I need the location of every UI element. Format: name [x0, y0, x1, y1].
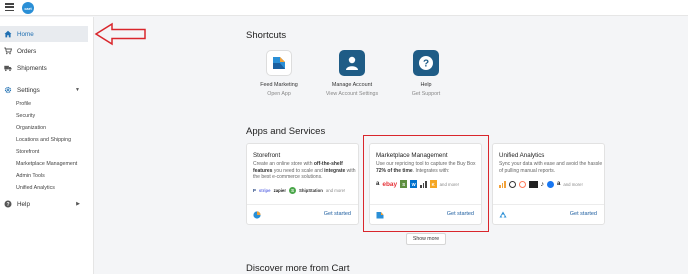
card-title: Unified Analytics: [499, 152, 545, 159]
paypal-logo: P: [253, 187, 256, 193]
card-title: Storefront: [253, 152, 281, 159]
analytics-app-icon: [499, 211, 507, 218]
shipstation-logo: ShipStation: [299, 187, 323, 193]
sidebar-subitem-storefront[interactable]: Storefront: [16, 149, 39, 155]
shortcut-manage-account[interactable]: Manage Account View Account Settings: [312, 50, 392, 97]
shortcuts-title: Shortcuts: [246, 30, 287, 41]
sidebar-subitem-admin-tools[interactable]: Admin Tools: [16, 173, 45, 179]
integration-logos: P stripe zapier S ShipStation and more!: [253, 186, 345, 194]
truck-icon: [4, 64, 12, 72]
sidebar-item-home[interactable]: Home: [0, 26, 88, 42]
sidebar-subitem-marketplace-management[interactable]: Marketplace Management: [16, 161, 77, 167]
gear-icon: [4, 86, 12, 94]
get-started-button[interactable]: Get started: [324, 211, 351, 217]
and-more-text: and more!: [325, 187, 346, 193]
shortcut-subtitle: Get Support: [411, 91, 441, 97]
shortcut-title: Help: [420, 82, 432, 88]
storefront-app-icon: [253, 211, 261, 219]
integration-logos: ♪ a and more!: [499, 180, 583, 188]
app-card-storefront: Storefront Create an online store with o…: [246, 143, 359, 225]
bigcommerce-logo: [528, 180, 538, 188]
sidebar-subitem-locations-and-shipping[interactable]: Locations and Shipping: [16, 137, 71, 143]
sidebar-item-label: Help: [17, 200, 30, 208]
red-highlight-annotation: [363, 135, 489, 232]
apps-services-title: Apps and Services: [246, 126, 326, 137]
sidebar: Home Orders Shipments Settings ▼ Profile…: [0, 17, 94, 274]
zapier-logo: zapier: [273, 187, 286, 193]
bar-chart-logo: [499, 180, 506, 188]
sidebar-item-orders[interactable]: Orders: [0, 43, 88, 59]
shortcut-help[interactable]: ? Help Get Support: [386, 50, 466, 97]
sidebar-subitem-organization[interactable]: Organization: [16, 125, 46, 131]
cart-logo[interactable]: cart: [22, 2, 34, 14]
sidebar-item-label: Shipments: [17, 64, 47, 72]
top-bar: cart: [0, 0, 688, 16]
home-icon: [4, 30, 12, 38]
shortcut-title: Manage Account: [331, 82, 373, 88]
card-footer: Get started: [247, 204, 358, 224]
shortcut-title: Feed Marketing: [260, 82, 298, 88]
facebook-logo: [547, 180, 554, 188]
hubspot-logo: [518, 180, 526, 188]
feed-marketing-icon: [266, 50, 292, 76]
shortcut-subtitle: View Account Settings: [325, 91, 379, 97]
sidebar-item-shipments[interactable]: Shipments: [0, 60, 88, 76]
red-arrow-annotation: [94, 22, 146, 46]
and-more-text: and more!: [563, 181, 583, 187]
sidebar-item-help[interactable]: ? Help ▶: [0, 196, 88, 212]
hamburger-icon[interactable]: [5, 3, 14, 11]
discover-title: Discover more from Cart: [246, 263, 350, 274]
sidebar-item-label: Orders: [17, 47, 37, 55]
shortcut-subtitle: Open App: [267, 91, 291, 97]
get-started-button[interactable]: Get started: [570, 211, 597, 217]
stripe-logo: stripe: [258, 187, 271, 193]
chevron-down-icon[interactable]: ▼: [75, 87, 80, 93]
shipstation-icon: S: [289, 186, 296, 194]
amazon-logo: a: [557, 181, 561, 187]
help-circle-icon: ?: [4, 200, 12, 208]
show-more-button[interactable]: Show more: [406, 233, 446, 245]
user-icon: [339, 50, 365, 76]
card-description: Sync your data with ease and avoid the h…: [499, 161, 603, 174]
svg-text:?: ?: [6, 202, 9, 208]
card-description: Create an online store with off-the-shel…: [253, 161, 356, 180]
shortcut-feed-marketing[interactable]: Feed Marketing Open App: [239, 50, 319, 97]
svg-text:?: ?: [423, 59, 429, 70]
sidebar-item-label: Home: [17, 30, 34, 38]
sidebar-item-settings[interactable]: Settings ▼: [0, 82, 88, 98]
app-card-unified-analytics: Unified Analytics Sync your data with ea…: [492, 143, 605, 225]
card-footer: Get started: [493, 204, 604, 224]
tiktok-icon: ♪: [540, 180, 545, 188]
circle-logo: [508, 180, 516, 188]
sidebar-subitem-profile[interactable]: Profile: [16, 101, 31, 107]
sidebar-subitem-security[interactable]: Security: [16, 113, 35, 119]
chevron-right-icon[interactable]: ▶: [76, 201, 80, 207]
question-icon: ?: [413, 50, 439, 76]
sidebar-item-label: Settings: [17, 86, 40, 94]
cart-icon: [4, 47, 12, 55]
sidebar-subitem-unified-analytics[interactable]: Unified Analytics: [16, 185, 55, 191]
logo-text: cart: [24, 5, 32, 11]
